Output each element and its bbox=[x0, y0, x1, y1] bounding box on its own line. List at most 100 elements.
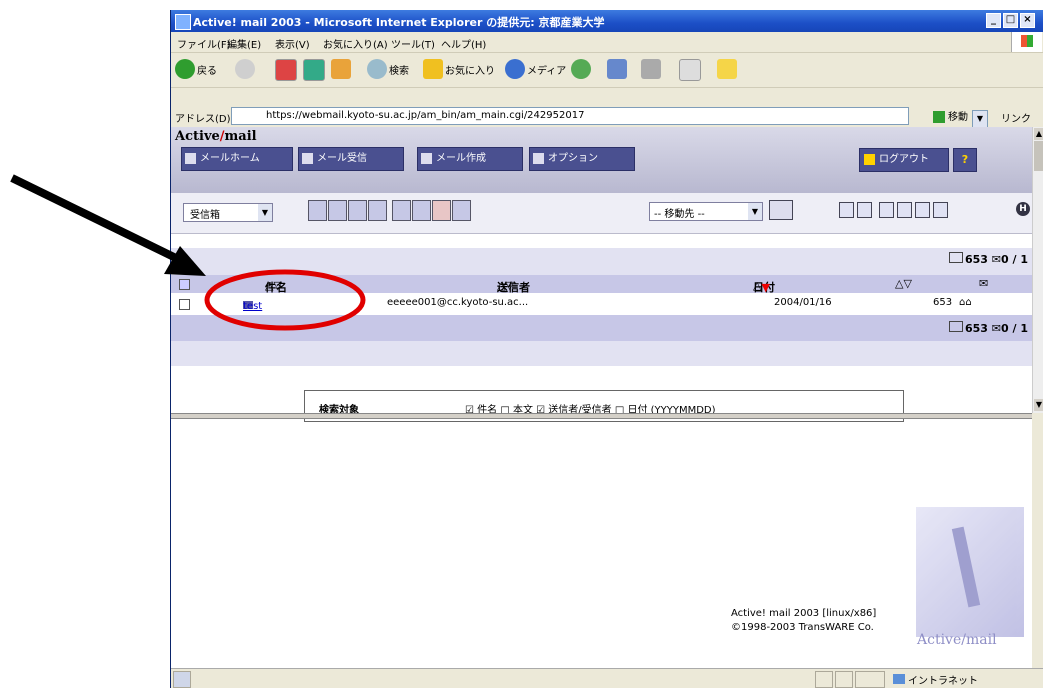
forward-mail-icon[interactable] bbox=[348, 200, 367, 221]
move-destination-select[interactable]: -- 移動先 -- ▼ bbox=[649, 202, 763, 221]
chevron-down-icon: ▼ bbox=[748, 203, 762, 220]
trash-icon[interactable] bbox=[452, 200, 471, 221]
refresh-icon[interactable] bbox=[303, 59, 325, 81]
mail-count-top-text: 653 ✉0 / 1 bbox=[965, 253, 1028, 266]
logout-label: ログアウト bbox=[879, 154, 929, 165]
header-mail-icon: ✉ bbox=[979, 277, 989, 290]
spam-icon[interactable] bbox=[412, 200, 431, 221]
nav-mail-receive[interactable]: メール受信 bbox=[298, 147, 404, 171]
reply-all-icon[interactable] bbox=[328, 200, 347, 221]
close-button[interactable]: × bbox=[1020, 13, 1035, 28]
menu-help[interactable]: ヘルプ(H) bbox=[441, 36, 486, 51]
search-button-label[interactable]: 検索 bbox=[389, 62, 409, 77]
nav-mail-compose-label: メール作成 bbox=[436, 153, 486, 164]
filter-icon[interactable] bbox=[392, 200, 411, 221]
compose-icon bbox=[421, 153, 432, 164]
logout-button[interactable]: ログアウト bbox=[859, 148, 949, 172]
menu-file[interactable]: ファイル(F) bbox=[177, 36, 231, 51]
sort-arrows-icon[interactable]: △▽ bbox=[497, 279, 514, 292]
help-button[interactable]: ? bbox=[953, 148, 977, 172]
intranet-icon bbox=[893, 674, 905, 684]
minimize-button[interactable]: _ bbox=[986, 13, 1001, 28]
status-bar: イントラネット bbox=[171, 668, 1043, 688]
mail-sender: eeeee001@cc.kyoto-su.ac... bbox=[387, 297, 529, 308]
go-arrow-icon bbox=[933, 111, 945, 123]
page-icon bbox=[173, 671, 191, 688]
menu-edit[interactable]: 編集(E) bbox=[227, 36, 261, 51]
back-icon[interactable] bbox=[175, 59, 195, 79]
menu-tools[interactable]: ツール(T) bbox=[391, 36, 435, 51]
folder-icon bbox=[949, 252, 963, 263]
address-url[interactable]: https://webmail.kyoto-su.ac.jp/am_bin/am… bbox=[266, 110, 584, 121]
app-header: Active/mail メールホーム メール受信 メール作成 オプション ログア… bbox=[171, 127, 1032, 193]
media-button-label[interactable]: メディア bbox=[527, 62, 566, 77]
mail-icon[interactable] bbox=[607, 59, 627, 79]
scroll-down-icon[interactable]: ▼ bbox=[1034, 399, 1043, 411]
nav-options-label: オプション bbox=[548, 153, 598, 164]
mail-count-top: 653 ✉0 / 1 bbox=[949, 252, 1028, 266]
row-checkbox[interactable] bbox=[179, 299, 190, 310]
copyright-text: ©1998-2003 TransWARE Co. bbox=[731, 622, 874, 633]
logout-icon bbox=[864, 154, 875, 165]
favorites-icon[interactable] bbox=[423, 59, 443, 79]
status-cell bbox=[815, 671, 833, 688]
active-mail-logo-art bbox=[916, 507, 1024, 637]
delete-mark-icon[interactable] bbox=[432, 200, 451, 221]
search-icon[interactable] bbox=[367, 59, 387, 79]
red-highlight-oval bbox=[204, 269, 366, 331]
frame-divider[interactable] bbox=[171, 413, 1032, 419]
header-size-sort[interactable]: △▽ bbox=[895, 277, 912, 290]
vertical-scrollbar[interactable]: ▲ ▼ bbox=[1032, 127, 1043, 413]
mark-unread-icon[interactable] bbox=[857, 202, 872, 218]
maximize-button[interactable]: □ bbox=[1003, 13, 1018, 28]
stop-icon[interactable] bbox=[275, 59, 297, 81]
history-icon[interactable] bbox=[571, 59, 591, 79]
mail-count-bottom: 653 ✉0 / 1 bbox=[949, 321, 1028, 335]
go-button[interactable]: 移動 bbox=[933, 108, 968, 123]
lock-icon bbox=[855, 671, 885, 688]
edit-icon[interactable] bbox=[679, 59, 701, 81]
home-icon[interactable] bbox=[331, 59, 351, 79]
zone-label: イントラネット bbox=[893, 672, 978, 687]
print-icon[interactable] bbox=[641, 59, 661, 79]
browser-window: Active! mail 2003 - Microsoft Internet E… bbox=[170, 10, 1043, 688]
footer-logo-text: Active/mail bbox=[917, 632, 997, 648]
address-dropdown-icon[interactable]: ▼ bbox=[972, 110, 988, 128]
flag-clear-icon[interactable] bbox=[915, 202, 930, 218]
reply-icon[interactable] bbox=[308, 200, 327, 221]
links-button[interactable]: リンク bbox=[1001, 110, 1031, 125]
windows-logo bbox=[1011, 32, 1042, 52]
favorites-button-label[interactable]: お気に入り bbox=[445, 62, 495, 77]
forward-icon[interactable] bbox=[235, 59, 255, 79]
header-toggle-button[interactable]: H bbox=[1016, 202, 1030, 216]
folder-toolbar: 受信箱 ▼ -- 移動先 -- ▼ H bbox=[171, 193, 1032, 234]
address-bar: アドレス(D) https://webmail.kyoto-su.ac.jp/a… bbox=[171, 105, 1043, 128]
version-text: Active! mail 2003 [linux/x86] bbox=[731, 608, 877, 619]
flag-red-icon[interactable] bbox=[897, 202, 912, 218]
browser-toolbar: 戻る 検索 お気に入り メディア bbox=[171, 53, 1043, 88]
zone-text: イントラネット bbox=[908, 676, 978, 687]
menu-favorites[interactable]: お気に入り(A) bbox=[323, 36, 388, 51]
flag-all-icon[interactable] bbox=[933, 202, 948, 218]
nav-options[interactable]: オプション bbox=[529, 147, 635, 171]
mail-count-bottom-text: 653 ✉0 / 1 bbox=[965, 322, 1028, 335]
mail-status-icon: ⌂⌂ bbox=[959, 297, 972, 308]
page-content: Active/mail メールホーム メール受信 メール作成 オプション ログア… bbox=[171, 127, 1032, 677]
flag-icon[interactable] bbox=[879, 202, 894, 218]
app-logo: Active/mail bbox=[175, 129, 257, 144]
move-mail-icon[interactable] bbox=[769, 200, 793, 220]
menu-view[interactable]: 表示(V) bbox=[275, 36, 310, 51]
media-icon[interactable] bbox=[505, 59, 525, 79]
scroll-up-icon[interactable]: ▲ bbox=[1034, 128, 1043, 140]
print-mail-icon[interactable] bbox=[368, 200, 387, 221]
sort-arrows-icon[interactable]: △ ▼ bbox=[753, 279, 770, 294]
scroll-thumb[interactable] bbox=[1034, 141, 1043, 171]
mail-date: 2004/01/16 bbox=[774, 297, 832, 308]
address-input[interactable]: https://webmail.kyoto-su.ac.jp/am_bin/am… bbox=[231, 107, 988, 128]
arrow-shaft bbox=[10, 174, 182, 264]
mark-read-icon[interactable] bbox=[839, 202, 854, 218]
nav-mail-compose[interactable]: メール作成 bbox=[417, 147, 523, 171]
chevron-down-icon: ▼ bbox=[258, 204, 272, 221]
messenger-icon[interactable] bbox=[717, 59, 737, 79]
back-button-label[interactable]: 戻る bbox=[197, 62, 217, 77]
